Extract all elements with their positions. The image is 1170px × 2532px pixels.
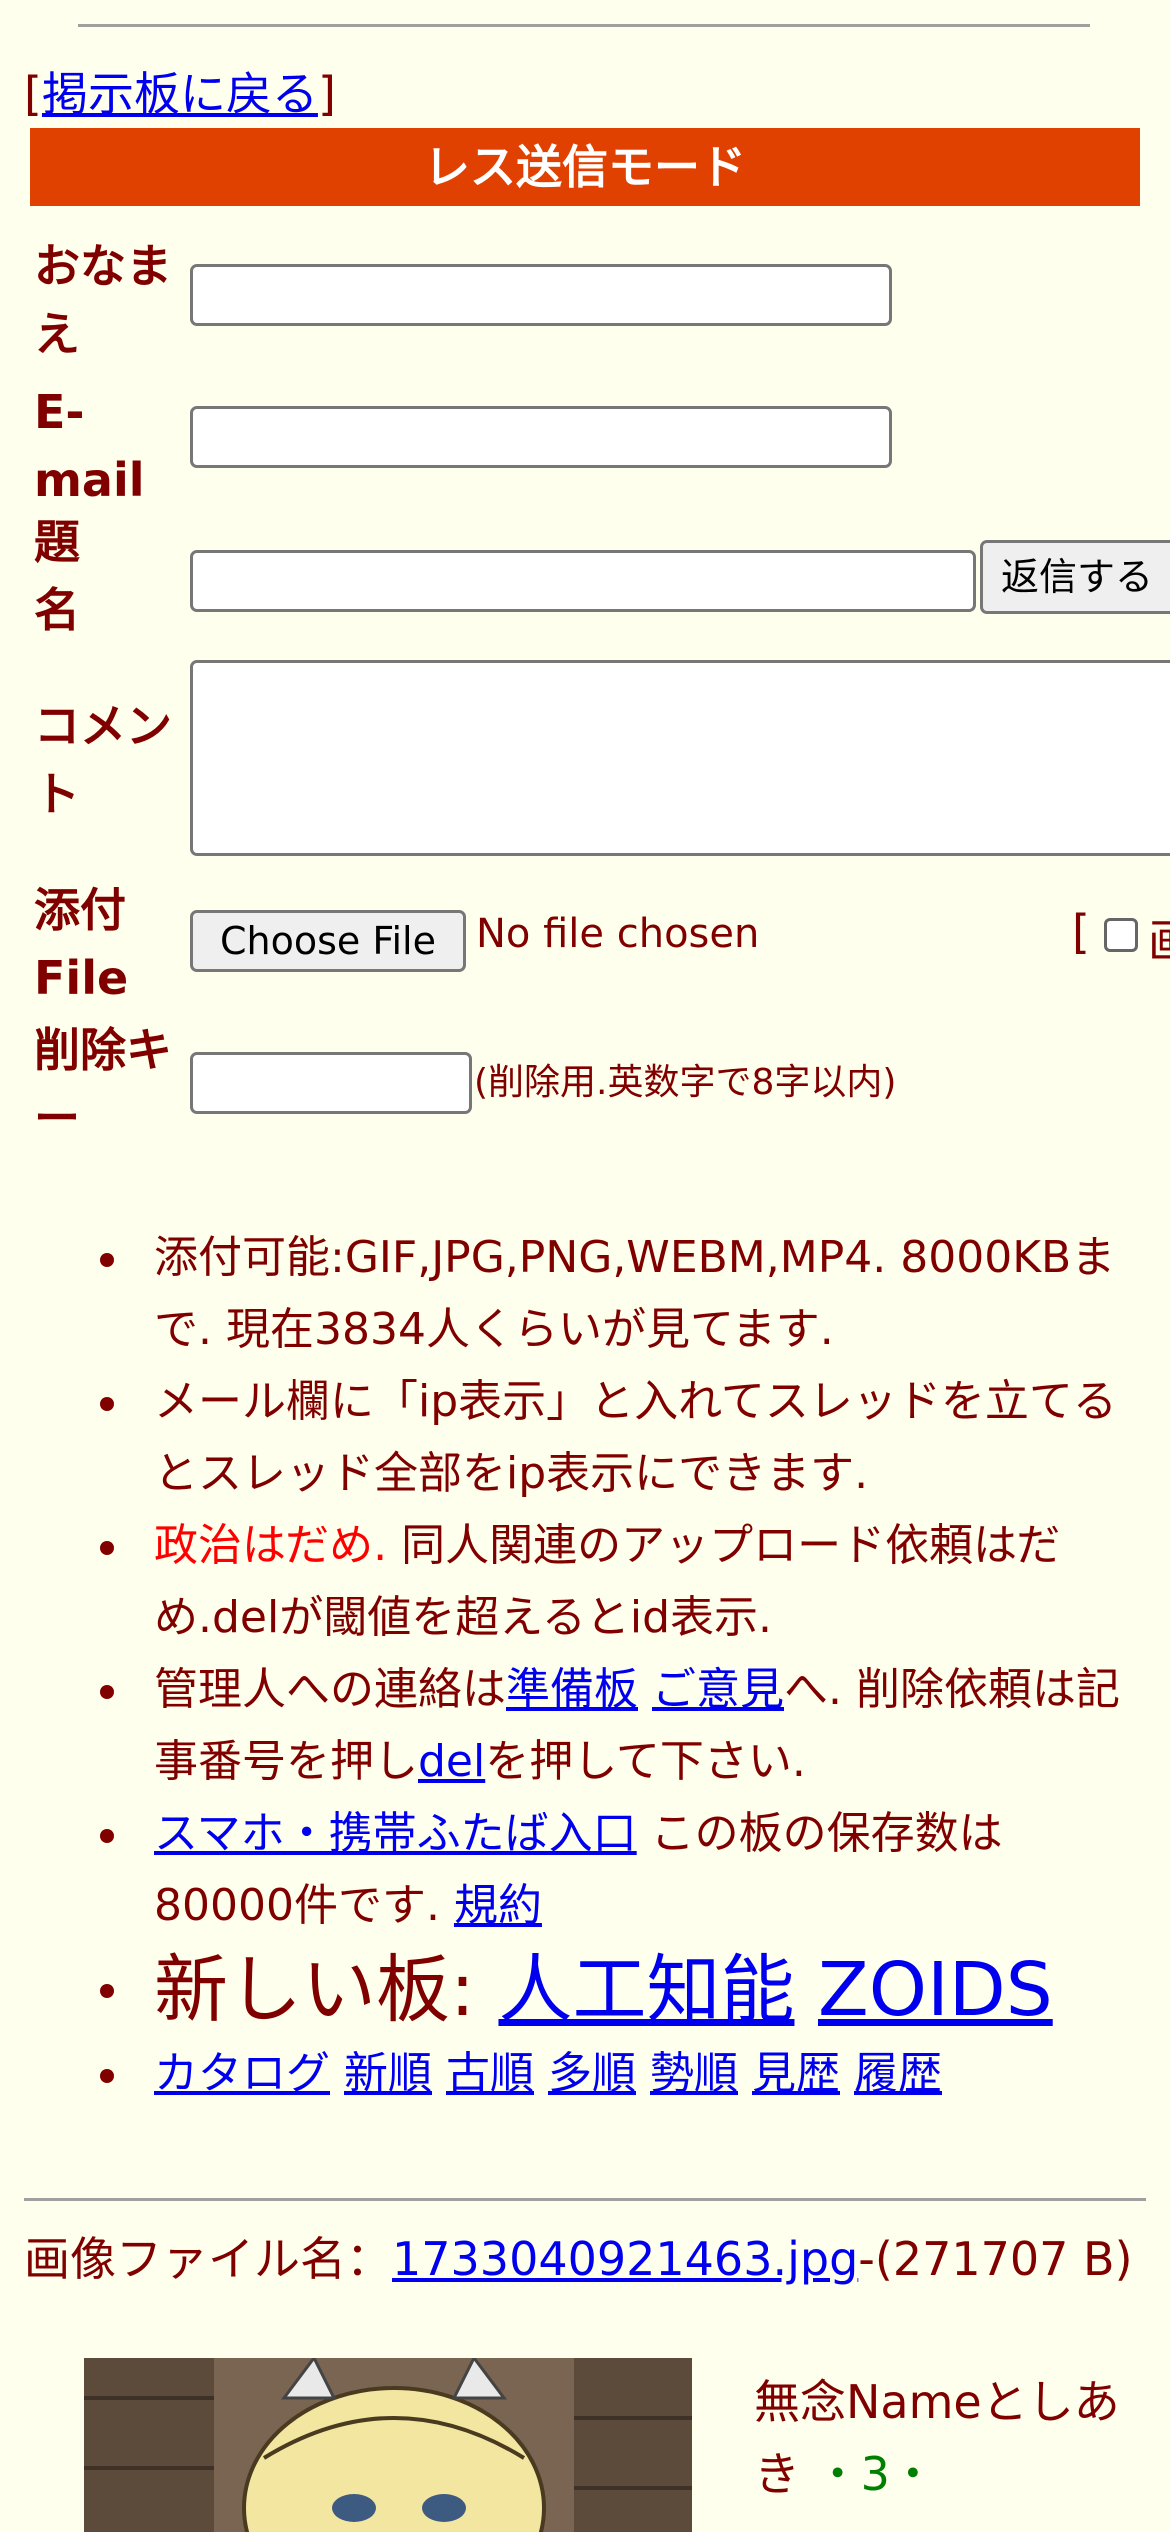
rule-contact: 管理人への連絡は準備板 ご意見へ. 削除依頼は記事番号を押しdelを押して下さい… [60,1654,1140,1798]
bracket-close: ] [317,67,336,121]
view-history-link[interactable]: 見歴 [752,2048,840,2099]
image-option-label: 画 [1148,905,1170,971]
sort-many-link[interactable]: 多順 [548,2048,636,2099]
back-to-board-link[interactable]: 掲示板に戻る [42,67,318,121]
delete-key-hint: (削除用.英数字で8字以内) [474,1062,897,1103]
sort-old-link[interactable]: 古順 [446,2048,534,2099]
feedback-link[interactable]: ご意見 [652,1664,784,1715]
rule-attachments: 添付可能:GIF,JPG,PNG,WEBM,MP4. 8000KBまで. 現在3… [60,1222,1140,1366]
poster-name: 無念Nameとしあき [754,2375,1120,2501]
sort-momentum-link[interactable]: 勢順 [650,2048,738,2099]
terms-link[interactable]: 規約 [454,1880,542,1931]
mobile-entrance-link[interactable]: スマホ・携帯ふたば入口 [154,1808,637,1859]
board-rules-list: 添付可能:GIF,JPG,PNG,WEBM,MP4. 8000KBまで. 現在3… [60,1222,1140,2110]
poster-score: ・3・ [814,2447,936,2501]
subject-label: 題名 [34,515,80,637]
post-image-file-link[interactable]: 1733040921463.jpg [392,2232,858,2286]
email-label: E-mail [34,385,145,507]
rule-contact-text-c: を押して下さい. [485,1736,806,1787]
email-input[interactable] [190,406,892,468]
new-board-zoids-link[interactable]: ZOIDS [818,1947,1053,2033]
file-name-label: 画像ファイル名： [24,2232,392,2286]
rule-ip-display-text: メール欄に「ip表示」と入れてスレッドを立てるとスレッド全部をip表示にできます… [154,1376,1117,1499]
image-option-checkbox[interactable] [1104,918,1138,952]
image-option-bracket: [ [1072,905,1090,959]
post-file-info: 画像ファイル名：1733040921463.jpg-(271707 B) [24,2230,1144,2288]
name-label: おなまえ [34,239,172,361]
new-boards-label: 新しい板: [154,1947,499,2033]
file-status: No file chosen [476,911,760,957]
catalog-links: カタログ 新順 古順 多順 勢順 見歴 履歴 [60,2038,1140,2110]
subject-input[interactable] [190,550,976,612]
post-thumbnail[interactable] [84,2358,692,2532]
thumbnail-illustration [84,2358,692,2532]
reply-submit-button[interactable]: 返信する [980,540,1170,614]
comment-label: コメント [34,699,172,821]
back-to-board: [掲示板に戻る] [24,58,336,124]
new-boards: 新しい板: 人工知能 ZOIDS [60,1942,1140,2038]
post-history-link[interactable]: 履歴 [854,2048,942,2099]
post-image-file-size: -(271707 B) [858,2232,1133,2286]
rule-politics-warning: 政治はだめ. [154,1520,388,1571]
name-input[interactable] [190,264,892,326]
choose-file-button[interactable]: Choose File [190,910,466,972]
rule-contact-text-a: 管理人への連絡は [154,1664,506,1715]
catalog-link[interactable]: カタログ [154,2048,330,2099]
del-link[interactable]: del [418,1736,485,1787]
rule-attachments-text: 添付可能:GIF,JPG,PNG,WEBM,MP4. 8000KBまで. 現在3… [154,1232,1116,1355]
delete-key-label: 削除キー [34,1023,172,1145]
prep-board-link[interactable]: 準備板 [506,1664,638,1715]
reply-mode-banner: レス送信モード [30,128,1140,206]
top-divider [78,24,1090,27]
section-divider [24,2198,1146,2201]
bracket-open: [ [24,67,42,121]
file-label: 添付File [34,883,129,1005]
rule-ip-display: メール欄に「ip表示」と入れてスレッドを立てるとスレッド全部をip表示にできます… [60,1366,1140,1510]
comment-textarea[interactable] [190,660,1170,856]
delete-key-input[interactable] [190,1052,472,1114]
poster-info: 無念Nameとしあき ・3・ [754,2366,1154,2510]
rule-politics: 政治はだめ. 同人関連のアップロード依頼はだめ.delが閾値を超えるとid表示. [60,1510,1140,1654]
sort-new-link[interactable]: 新順 [344,2048,432,2099]
new-board-ai-link[interactable]: 人工知能 [498,1947,794,2033]
rule-mobile: スマホ・携帯ふたば入口 この板の保存数は80000件です. 規約 [60,1798,1140,1942]
